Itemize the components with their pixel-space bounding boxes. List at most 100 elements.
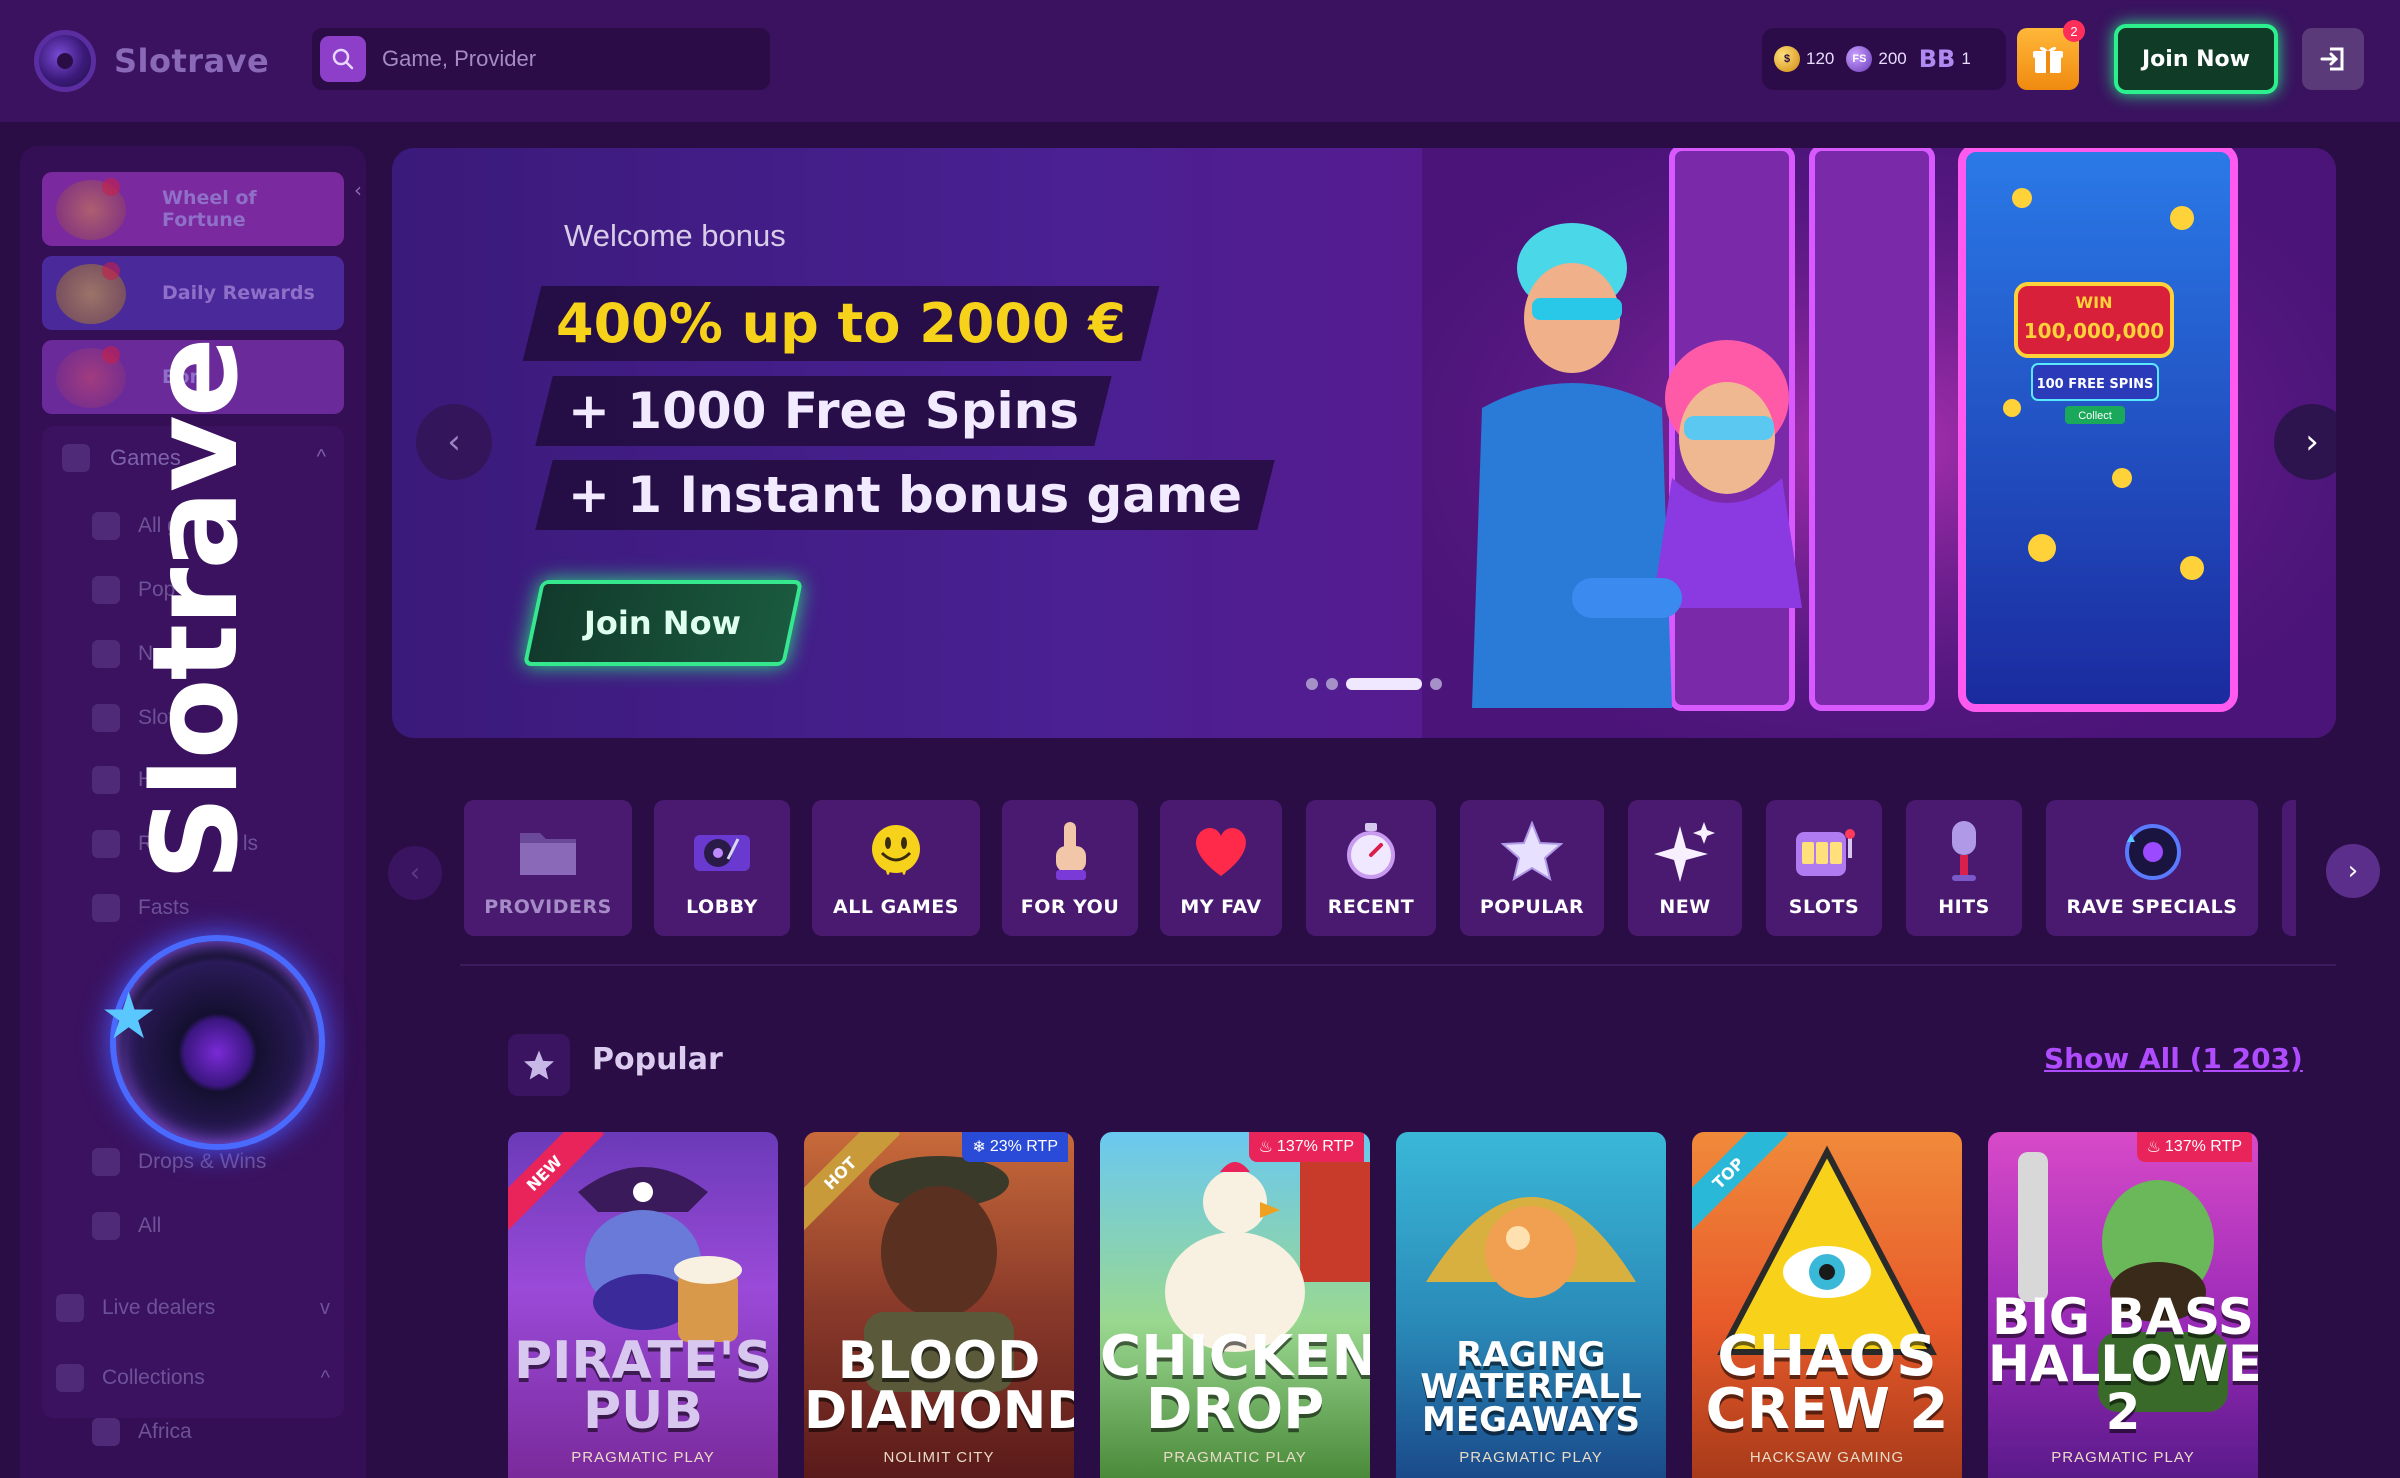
category-for-you[interactable]: FOR YOU [1002, 800, 1138, 936]
banner-illustration: WIN 100,000,000 100 FREE SPINS Collect [1422, 148, 2336, 738]
category-recent[interactable]: RECENT [1306, 800, 1436, 936]
search-bar [312, 28, 770, 90]
category-slots[interactable]: SLOTS [1766, 800, 1882, 936]
divider [460, 964, 2336, 966]
gift-button[interactable]: 2 [2017, 20, 2085, 90]
notification-dot [102, 346, 120, 364]
bonus-buy-balance: BB 1 [1919, 45, 1971, 73]
slot-collect-text: Collect [2078, 410, 2112, 422]
brand-logo[interactable]: Slotrave [34, 30, 269, 92]
vinyl-disc-icon [92, 830, 120, 858]
slot-machine-icon [92, 704, 120, 732]
game-card[interactable]: NEW PIRATE'S PUB PRAGMATIC PLAY [508, 1132, 778, 1478]
brand-name: Slotrave [114, 42, 270, 80]
turntable-icon [689, 818, 755, 884]
category-next-peek [2282, 800, 2296, 936]
star-icon [92, 576, 120, 604]
games-icon [62, 444, 90, 472]
flame-icon: ♨ [1258, 1139, 1273, 1156]
game-card[interactable]: HOT ❄ 23% RTP BLOOD DIAMOND NOLIMIT CITY [804, 1132, 1074, 1478]
sidebar-collapse-icon[interactable]: ‹ [354, 178, 382, 206]
game-card[interactable]: ♨137% RTP BIG BASS HALLOWEEN 2 PRAGMATIC… [1988, 1132, 2258, 1478]
smiley-icon [863, 818, 929, 884]
smiley-icon [92, 512, 120, 540]
game-title: PIRATE'S PUB [513, 1331, 773, 1441]
coin-balance: $ 120 [1774, 46, 1834, 72]
flame-icon: ♨ [2146, 1139, 2161, 1156]
sparkle-icon [1652, 818, 1718, 884]
section-star-icon [508, 1034, 570, 1096]
promo-label: Daily Rewards [162, 282, 315, 304]
search-icon[interactable] [320, 36, 366, 82]
category-popular[interactable]: POPULAR [1460, 800, 1604, 936]
heart-icon [1188, 818, 1254, 884]
sidebar-promo-daily-rewards[interactable]: Daily Rewards [42, 256, 344, 330]
coin-balance-value: 120 [1806, 49, 1835, 68]
category-new[interactable]: NEW [1628, 800, 1742, 936]
sidebar-promo-wheel-of-fortune[interactable]: Wheel of Fortune [42, 172, 344, 246]
collections-icon [56, 1364, 84, 1392]
login-button[interactable] [2302, 28, 2364, 90]
group-label: Collections [102, 1366, 205, 1389]
balances-panel[interactable]: $ 120 FS 200 BB 1 [1762, 28, 2006, 90]
game-provider: PRAGMATIC PLAY [2051, 1449, 2195, 1466]
banner-dot-active[interactable] [1346, 678, 1422, 690]
banner-welcome-label: Welcome bonus [564, 218, 786, 253]
banner-pagination [1306, 678, 1442, 690]
section-title: Popular [592, 1042, 723, 1077]
rtp-badge: ♨ 137% RTP [1248, 1132, 1364, 1162]
folder-icon [515, 818, 581, 884]
category-next-arrow-icon[interactable]: › [2326, 844, 2380, 898]
sidebar-item-drops-wins[interactable]: Drops & Wins [92, 1148, 266, 1176]
game-card[interactable]: RAGING WATERFALL MEGAWAYS PRAGMATIC PLAY [1396, 1132, 1666, 1478]
sidebar-item-fasts[interactable]: Fasts [92, 894, 189, 922]
category-my-fav[interactable]: MY FAV [1160, 800, 1282, 936]
coin-icon: $ [1774, 46, 1800, 72]
rtp-badge: ♨ 137% RTP [2136, 1132, 2252, 1162]
game-title: CHICKEN DROP [1100, 1323, 1370, 1442]
pointing-finger-icon [1037, 818, 1103, 884]
hero-banner[interactable]: WIN 100,000,000 100 FREE SPINS Collect W… [392, 148, 2336, 738]
gift-count-badge: 2 [2063, 20, 2085, 42]
rtp-badge: ❄ 23% RTP [962, 1132, 1068, 1162]
snowflake-icon: ❄ [972, 1139, 986, 1156]
banner-prev-arrow-icon[interactable]: ‹ [416, 404, 492, 480]
gift-icon [2033, 46, 2063, 73]
sidebar-group-collections[interactable]: Collections ^ [56, 1354, 342, 1402]
microphone-icon [1931, 818, 1997, 884]
category-lobby[interactable]: LOBBY [654, 800, 790, 936]
vinyl-disc-icon [2119, 818, 2185, 884]
login-icon [2320, 47, 2344, 71]
sparkle-icon [92, 640, 120, 668]
bonus-buy-icon: BB [1918, 45, 1956, 73]
game-title: RAGING WATERFALL MEGAWAYS [1420, 1335, 1642, 1440]
banner-headline-bonus: 400% up to 2000 € [522, 286, 1160, 361]
join-now-button[interactable]: Join Now [2114, 24, 2278, 94]
banner-dot[interactable] [1430, 678, 1442, 690]
microphone-icon [92, 766, 120, 794]
cocktail-icon [92, 1212, 120, 1240]
category-prev-arrow-icon[interactable]: ‹ [388, 846, 442, 900]
category-hits[interactable]: HITS [1906, 800, 2022, 936]
banner-dot[interactable] [1306, 678, 1318, 690]
game-provider: PRAGMATIC PLAY [571, 1449, 715, 1466]
category-providers[interactable]: PROVIDERS [464, 800, 632, 936]
sidebar-group-live-dealers[interactable]: Live dealers v [56, 1284, 342, 1332]
promo-label: Wheel of Fortune [162, 187, 257, 231]
banner-dot[interactable] [1326, 678, 1338, 690]
game-card[interactable]: TOP CHAOS CREW 2 HACKSAW GAMING [1692, 1132, 1962, 1478]
slot-machine-icon [1791, 818, 1857, 884]
group-label: Live dealers [102, 1296, 216, 1319]
game-card[interactable]: ♨ 137% RTP CHICKEN DROP PRAGMATIC PLAY [1100, 1132, 1370, 1478]
sidebar-item-all[interactable]: All [92, 1212, 161, 1240]
category-all-games[interactable]: ALL GAMES [812, 800, 980, 936]
game-title: BIG BASS HALLOWEEN 2 [1988, 1287, 2258, 1441]
banner-join-now-button[interactable]: Join Now [522, 580, 804, 666]
top-header: Slotrave $ 120 FS 200 BB 1 2 Join Now [0, 0, 2400, 122]
sidebar-item-africa[interactable]: Africa [92, 1418, 192, 1446]
search-input[interactable] [382, 46, 762, 72]
category-rave-specials[interactable]: RAVE SPECIALS [2046, 800, 2258, 936]
show-all-link[interactable]: Show All (1 203) [2044, 1042, 2303, 1075]
notification-dot [102, 178, 120, 196]
free-spins-icon: FS [1846, 46, 1873, 72]
